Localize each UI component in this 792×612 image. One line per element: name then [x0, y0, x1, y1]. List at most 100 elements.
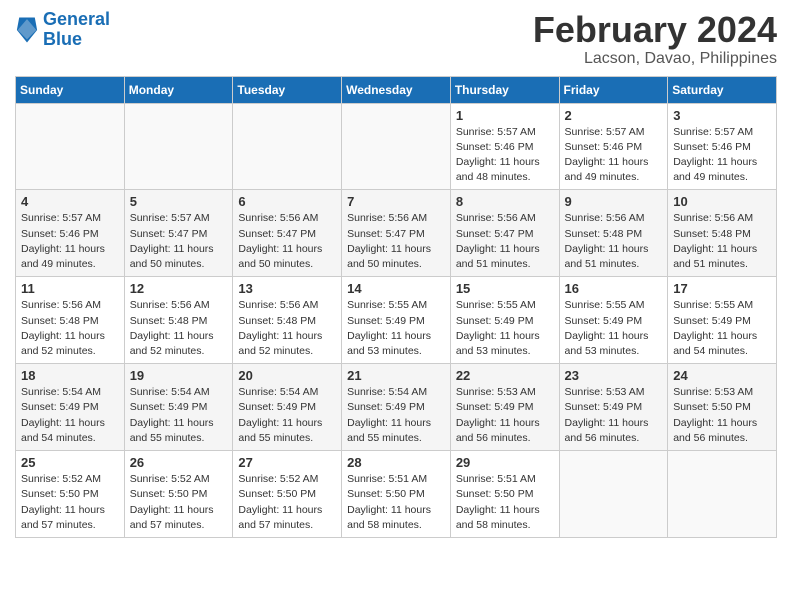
day-number: 25: [21, 455, 119, 470]
day-number: 23: [565, 368, 663, 383]
calendar-table: SundayMondayTuesdayWednesdayThursdayFrid…: [15, 76, 777, 538]
header-cell-monday: Monday: [124, 76, 233, 103]
week-row-3: 18Sunrise: 5:54 AMSunset: 5:49 PMDayligh…: [16, 364, 777, 451]
day-number: 28: [347, 455, 445, 470]
day-cell: 3 Sunrise: 5:57 AMSunset: 5:46 PMDaylight…: [668, 103, 777, 190]
day-number: 29: [456, 455, 554, 470]
day-number: 20: [238, 368, 336, 383]
day-info: Sunrise: 5:52 AMSunset: 5:50 PMDaylight:…: [238, 472, 336, 533]
day-cell: 2Sunrise: 5:57 AMSunset: 5:46 PMDaylight…: [559, 103, 668, 190]
day-cell: 1Sunrise: 5:57 AMSunset: 5:46 PMDaylight…: [450, 103, 559, 190]
day-info: Sunrise: 5:56 AMSunset: 5:48 PMDaylight:…: [238, 298, 336, 359]
day-info: Sunrise: 5:56 AMSunset: 5:48 PMDaylight:…: [673, 211, 771, 272]
day-number: 16: [565, 281, 663, 296]
day-info: Sunrise: 5:52 AMSunset: 5:50 PMDaylight:…: [21, 472, 119, 533]
day-info: Sunrise: 5:53 AMSunset: 5:49 PMDaylight:…: [456, 385, 554, 446]
day-info: Sunrise: 5:57 AMSunset: 5:46 PMDaylight:…: [673, 125, 771, 186]
logo-line1: General: [43, 9, 110, 29]
day-cell: 9Sunrise: 5:56 AMSunset: 5:48 PMDaylight…: [559, 190, 668, 277]
header-cell-wednesday: Wednesday: [342, 76, 451, 103]
day-number: 8: [456, 194, 554, 209]
day-number: 7: [347, 194, 445, 209]
day-cell: 14 Sunrise: 5:55 AMSunset: 5:49 PMDayligh…: [342, 277, 451, 364]
day-cell: 27 Sunrise: 5:52 AMSunset: 5:50 PMDayligh…: [233, 451, 342, 538]
header-cell-sunday: Sunday: [16, 76, 125, 103]
logo-line2: Blue: [43, 29, 82, 49]
day-number: 22: [456, 368, 554, 383]
day-info: Sunrise: 5:55 AMSunset: 5:49 PMDaylight:…: [673, 298, 771, 359]
logo-icon: [15, 16, 39, 44]
day-cell: 28 Sunrise: 5:51 AMSunset: 5:50 PMDayligh…: [342, 451, 451, 538]
day-info: Sunrise: 5:53 AMSunset: 5:49 PMDaylight:…: [565, 385, 663, 446]
day-cell: 23 Sunrise: 5:53 AMSunset: 5:49 PMDayligh…: [559, 364, 668, 451]
week-row-1: 4 Sunrise: 5:57 AMSunset: 5:46 PMDaylight…: [16, 190, 777, 277]
day-info: Sunrise: 5:56 AMSunset: 5:47 PMDaylight:…: [238, 211, 336, 272]
header-cell-tuesday: Tuesday: [233, 76, 342, 103]
day-cell: 18Sunrise: 5:54 AMSunset: 5:49 PMDayligh…: [16, 364, 125, 451]
day-info: Sunrise: 5:54 AMSunset: 5:49 PMDaylight:…: [130, 385, 228, 446]
day-cell: 10 Sunrise: 5:56 AMSunset: 5:48 PMDayligh…: [668, 190, 777, 277]
day-cell: 7 Sunrise: 5:56 AMSunset: 5:47 PMDaylight…: [342, 190, 451, 277]
day-cell: 15 Sunrise: 5:55 AMSunset: 5:49 PMDayligh…: [450, 277, 559, 364]
day-info: Sunrise: 5:53 AMSunset: 5:50 PMDaylight:…: [673, 385, 771, 446]
week-row-2: 11Sunrise: 5:56 AMSunset: 5:48 PMDayligh…: [16, 277, 777, 364]
day-number: 17: [673, 281, 771, 296]
day-cell: 21Sunrise: 5:54 AMSunset: 5:49 PMDayligh…: [342, 364, 451, 451]
day-info: Sunrise: 5:57 AMSunset: 5:47 PMDaylight:…: [130, 211, 228, 272]
calendar-header: SundayMondayTuesdayWednesdayThursdayFrid…: [16, 76, 777, 103]
day-number: 2: [565, 108, 663, 123]
title-area: February 2024 Lacson, Davao, Philippines: [533, 10, 777, 68]
logo-text: General Blue: [43, 10, 110, 50]
day-cell: [559, 451, 668, 538]
day-number: 27: [238, 455, 336, 470]
day-number: 24: [673, 368, 771, 383]
header-cell-thursday: Thursday: [450, 76, 559, 103]
day-cell: 19 Sunrise: 5:54 AMSunset: 5:49 PMDayligh…: [124, 364, 233, 451]
day-number: 15: [456, 281, 554, 296]
day-cell: 5 Sunrise: 5:57 AMSunset: 5:47 PMDaylight…: [124, 190, 233, 277]
header-cell-saturday: Saturday: [668, 76, 777, 103]
day-cell: 20 Sunrise: 5:54 AMSunset: 5:49 PMDayligh…: [233, 364, 342, 451]
day-cell: [668, 451, 777, 538]
day-cell: 11Sunrise: 5:56 AMSunset: 5:48 PMDayligh…: [16, 277, 125, 364]
day-cell: 17 Sunrise: 5:55 AMSunset: 5:49 PMDayligh…: [668, 277, 777, 364]
day-cell: 22 Sunrise: 5:53 AMSunset: 5:49 PMDayligh…: [450, 364, 559, 451]
day-info: Sunrise: 5:56 AMSunset: 5:47 PMDaylight:…: [456, 211, 554, 272]
day-cell: 16Sunrise: 5:55 AMSunset: 5:49 PMDayligh…: [559, 277, 668, 364]
day-cell: 6 Sunrise: 5:56 AMSunset: 5:47 PMDaylight…: [233, 190, 342, 277]
day-cell: 24 Sunrise: 5:53 AMSunset: 5:50 PMDayligh…: [668, 364, 777, 451]
day-info: Sunrise: 5:54 AMSunset: 5:49 PMDaylight:…: [238, 385, 336, 446]
day-cell: 25 Sunrise: 5:52 AMSunset: 5:50 PMDayligh…: [16, 451, 125, 538]
month-title: February 2024: [533, 10, 777, 50]
week-row-4: 25 Sunrise: 5:52 AMSunset: 5:50 PMDayligh…: [16, 451, 777, 538]
day-number: 9: [565, 194, 663, 209]
week-row-0: 1Sunrise: 5:57 AMSunset: 5:46 PMDaylight…: [16, 103, 777, 190]
day-info: Sunrise: 5:52 AMSunset: 5:50 PMDaylight:…: [130, 472, 228, 533]
day-number: 26: [130, 455, 228, 470]
day-info: Sunrise: 5:54 AMSunset: 5:49 PMDaylight:…: [21, 385, 119, 446]
day-number: 19: [130, 368, 228, 383]
day-cell: [233, 103, 342, 190]
day-info: Sunrise: 5:56 AMSunset: 5:47 PMDaylight:…: [347, 211, 445, 272]
day-number: 3: [673, 108, 771, 123]
day-number: 14: [347, 281, 445, 296]
day-info: Sunrise: 5:55 AMSunset: 5:49 PMDaylight:…: [456, 298, 554, 359]
day-number: 6: [238, 194, 336, 209]
day-cell: 8 Sunrise: 5:56 AMSunset: 5:47 PMDaylight…: [450, 190, 559, 277]
day-cell: 13Sunrise: 5:56 AMSunset: 5:48 PMDayligh…: [233, 277, 342, 364]
day-cell: [16, 103, 125, 190]
day-cell: 12Sunrise: 5:56 AMSunset: 5:48 PMDayligh…: [124, 277, 233, 364]
day-number: 5: [130, 194, 228, 209]
day-number: 10: [673, 194, 771, 209]
day-cell: 29Sunrise: 5:51 AMSunset: 5:50 PMDayligh…: [450, 451, 559, 538]
day-info: Sunrise: 5:55 AMSunset: 5:49 PMDaylight:…: [347, 298, 445, 359]
calendar-body: 1Sunrise: 5:57 AMSunset: 5:46 PMDaylight…: [16, 103, 777, 537]
day-cell: [342, 103, 451, 190]
day-number: 4: [21, 194, 119, 209]
day-info: Sunrise: 5:57 AMSunset: 5:46 PMDaylight:…: [21, 211, 119, 272]
day-cell: 26 Sunrise: 5:52 AMSunset: 5:50 PMDayligh…: [124, 451, 233, 538]
day-info: Sunrise: 5:51 AMSunset: 5:50 PMDaylight:…: [347, 472, 445, 533]
header-cell-friday: Friday: [559, 76, 668, 103]
logo: General Blue: [15, 10, 110, 50]
page-header: General Blue February 2024 Lacson, Davao…: [15, 10, 777, 68]
